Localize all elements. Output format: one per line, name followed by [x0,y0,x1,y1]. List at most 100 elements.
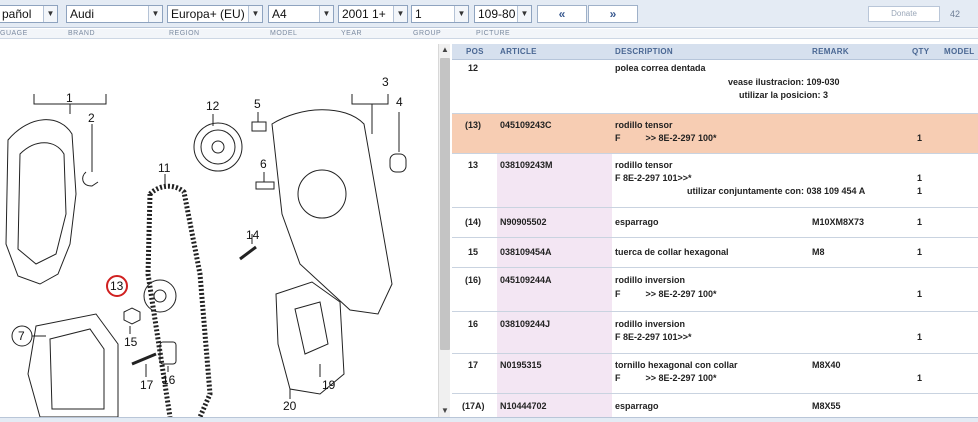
callout-14[interactable]: 14 [246,228,260,242]
callout-6[interactable]: 6 [260,157,267,171]
row-qty: 1 [917,173,923,183]
row-description: esparrago [615,401,659,411]
row-pos: 15 [468,247,479,257]
language-select[interactable]: pañol ▼ [0,5,58,23]
brand-value: Audi [70,7,95,21]
sprocket-hub [211,140,225,154]
table-row[interactable]: 16 038109244J rodillo inversion F 8E-2-2… [452,312,978,354]
scroll-down-icon[interactable]: ▼ [439,405,451,417]
diagram-scrollbar[interactable]: ▲ ▼ [438,44,450,417]
lower-cover-inner-shape [49,328,105,410]
row-description-line2: F >> 8E-2-297 100* [615,133,717,143]
table-row[interactable]: (14) N90905502 esparrago M10XM8X73 1 [452,208,978,238]
exploded-diagram: 1 2 3 4 5 6 7 11 12 13 14 15 16 17 19 20 [0,44,437,417]
callout-2[interactable]: 2 [88,111,95,125]
row-article[interactable]: N10444702 [500,400,547,413]
table-row-selected[interactable]: (13) 045109243C rodillo tensor F >> 8E-2… [452,114,978,154]
row-pos: (14) [465,217,482,227]
picture-select[interactable]: 109-80 ▼ [474,5,532,23]
row-qty: 1 [917,133,923,143]
rear-cover-opening [297,169,347,219]
year-select[interactable]: 2001 1+ ▼ [338,5,408,23]
row-article[interactable]: N0195315 [500,359,542,372]
row-description: rodillo inversion [615,319,686,329]
row-article[interactable]: 038109244J [500,318,550,331]
row-pos: 17 [468,360,479,370]
callout-5[interactable]: 5 [254,97,261,111]
previous-picture-button[interactable]: « [537,5,587,23]
row-article[interactable]: N90905502 [500,216,547,229]
callout-4[interactable]: 4 [396,95,403,109]
table-row[interactable]: (16) 045109244A rodillo inversion F >> 8… [452,268,978,312]
group-label: GROUP [413,30,442,37]
row-pos: (16) [465,275,482,285]
callout-15[interactable]: 15 [124,335,138,349]
region-select[interactable]: Europa+ (EU) ▼ [167,5,263,23]
model-select[interactable]: A4 ▼ [268,5,334,23]
column-remark: REMARK [812,47,849,56]
filter-labels: GUAGE BRAND REGION MODEL YEAR GROUP PICT… [0,29,978,39]
region-value: Europa+ (EU) [171,7,245,21]
row-qty: 1 [917,373,923,383]
timing-belt-drawing: 1 2 3 4 5 6 7 11 12 13 14 15 16 17 19 20 [5,75,407,417]
table-row[interactable]: 12 polea correa dentada vease ilustracio… [452,60,978,114]
language-value: pañol [2,7,32,21]
bolt-5-head [251,121,267,132]
table-row[interactable]: 13 038109243M rodillo tensor F 8E-2-297 … [452,154,978,208]
row-qty: 1 [917,217,923,227]
chevron-down-icon: ▼ [517,6,531,22]
row-article[interactable]: 045109244A [500,274,552,287]
callout-17[interactable]: 17 [140,378,154,392]
table-row[interactable]: 15 038109454A tuerca de collar hexagonal… [452,238,978,268]
next-picture-button[interactable]: » [588,5,638,23]
callout-16[interactable]: 16 [162,373,176,387]
row-description: tornillo hexagonal con collar [615,360,738,370]
chevron-down-icon: ▼ [248,6,262,22]
donate-button[interactable]: Donate [868,6,940,22]
row-description-line2: F >> 8E-2-297 100* [615,289,717,299]
group-select[interactable]: 1 ▼ [411,5,469,23]
table-row[interactable]: 17 N0195315 tornillo hexagonal con colla… [452,354,978,394]
callout-19[interactable]: 19 [322,378,336,392]
callout-3[interactable]: 3 [382,75,389,89]
row-description: rodillo tensor [615,160,673,170]
row-description-line2: F >> 8E-2-297 100* [615,373,717,383]
row-article[interactable]: 038109454A [500,246,552,259]
bracket-19-window [294,301,329,355]
callout-3-bracket [351,94,389,105]
scrollbar-thumb[interactable] [440,58,450,350]
callout-20[interactable]: 20 [283,399,297,413]
clip-part-shape [82,171,99,187]
row-pos: (17A) [462,401,485,411]
row-remark: M8X55 [812,401,841,411]
row-description: rodillo tensor [615,120,673,130]
table-row[interactable]: (17A) N10444702 esparrago M8X55 [452,394,978,417]
upper-cover-inner-shape [17,142,67,265]
scroll-up-icon[interactable]: ▲ [439,44,451,56]
callout-12[interactable]: 12 [206,99,220,113]
sprocket-rim [200,129,236,165]
column-description: DESCRIPTION [615,47,673,56]
filter-bar: pañol ▼ Audi ▼ Europa+ (EU) ▼ A4 ▼ 2001 … [0,0,978,28]
row-pos: 12 [468,63,479,73]
bottom-border [0,417,978,422]
row-remark: M8X40 [812,360,841,370]
brand-select[interactable]: Audi ▼ [66,5,163,23]
row-qty: 1 [917,332,923,342]
nut-15-shape [123,307,141,325]
row-description: polea correa dentada [615,63,706,73]
row-description: tuerca de collar hexagonal [615,247,729,257]
row-description: esparrago [615,217,659,227]
picture-value: 109-80 [478,7,516,21]
row-remark-line2: utilizar la posicion: 3 [739,90,829,100]
row-article[interactable]: 045109243C [500,119,552,132]
row-qty: 1 [917,247,923,257]
callout-11[interactable]: 11 [158,161,171,175]
callout-1[interactable]: 1 [66,91,73,105]
row-article[interactable]: 038109243M [500,159,553,172]
row-description-line3: utilizar conjuntamente con: 038 109 454 … [687,186,866,196]
tensioner-hub [153,289,167,303]
chevron-down-icon: ▼ [148,6,162,22]
callout-7[interactable]: 7 [18,329,25,343]
callout-13[interactable]: 13 [110,279,124,293]
